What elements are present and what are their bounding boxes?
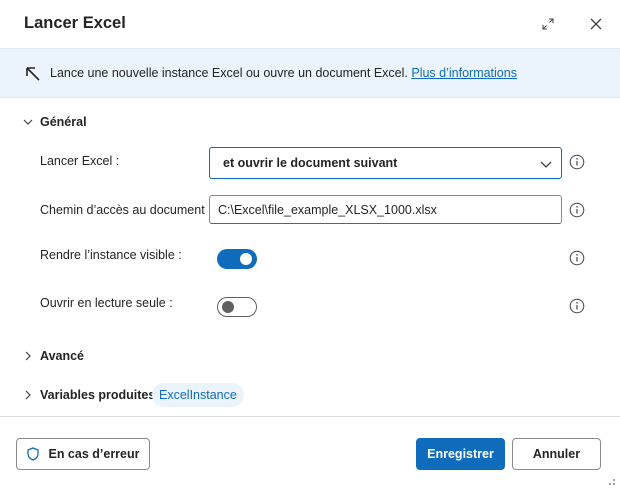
dialog-title: Lancer Excel	[24, 14, 126, 32]
document-path-input[interactable]	[209, 195, 562, 224]
info-icon[interactable]	[569, 154, 585, 170]
section-general-toggle[interactable]: Général	[22, 115, 87, 129]
arrow-up-left-icon	[26, 67, 40, 81]
banner-text: Lance une nouvelle instance Excel ou ouv…	[50, 66, 517, 80]
launch-excel-dialog: Lancer Excel Lance une nouvelle instance…	[0, 0, 620, 490]
chevron-right-icon	[25, 390, 31, 400]
shield-icon	[27, 447, 40, 461]
info-icon[interactable]	[569, 298, 585, 314]
more-info-link[interactable]: Plus d’informations	[411, 66, 517, 80]
section-advanced-toggle[interactable]: Avancé	[22, 349, 84, 363]
close-icon	[590, 18, 602, 30]
toggle-knob	[222, 301, 234, 313]
chevron-right-icon	[25, 351, 31, 361]
section-advanced-label: Avancé	[40, 349, 85, 363]
read-only-label: Ouvrir en lecture seule :	[40, 296, 173, 310]
chevron-down-icon	[540, 161, 552, 168]
section-general-label: Général	[40, 115, 87, 129]
visible-instance-toggle[interactable]	[217, 249, 257, 269]
read-only-toggle[interactable]	[217, 297, 257, 317]
launch-excel-select-value: et ouvrir le document suivant	[223, 156, 398, 170]
document-path-label: Chemin d’accès au document :	[40, 203, 212, 217]
dialog-header: Lancer Excel	[0, 0, 620, 48]
info-banner: Lance une nouvelle instance Excel ou ouv…	[0, 48, 620, 98]
cancel-button[interactable]: Annuler	[512, 438, 601, 470]
info-icon[interactable]	[569, 202, 585, 218]
section-variables-toggle[interactable]: Variables produites	[22, 388, 155, 402]
expand-icon	[542, 18, 554, 30]
chevron-down-icon	[23, 119, 33, 125]
on-error-label: En cas d’erreur	[48, 447, 140, 461]
info-icon[interactable]	[569, 250, 585, 266]
launch-excel-label: Lancer Excel :	[40, 154, 120, 168]
on-error-button[interactable]: En cas d’erreur	[16, 438, 150, 470]
launch-excel-select[interactable]: et ouvrir le document suivant	[209, 147, 562, 179]
save-button[interactable]: Enregistrer	[416, 438, 505, 470]
variable-chip-excelinstance[interactable]: ExcelInstance	[152, 383, 244, 407]
banner-description: Lance une nouvelle instance Excel ou ouv…	[50, 66, 408, 80]
toggle-knob	[240, 253, 252, 265]
close-button[interactable]	[584, 12, 608, 36]
dialog-footer: En cas d’erreur Enregistrer Annuler	[0, 416, 620, 490]
resize-grip-icon[interactable]	[604, 474, 616, 486]
expand-button[interactable]	[536, 12, 560, 36]
section-variables-label: Variables produites	[40, 388, 156, 402]
visible-instance-label: Rendre l’instance visible :	[40, 248, 182, 262]
